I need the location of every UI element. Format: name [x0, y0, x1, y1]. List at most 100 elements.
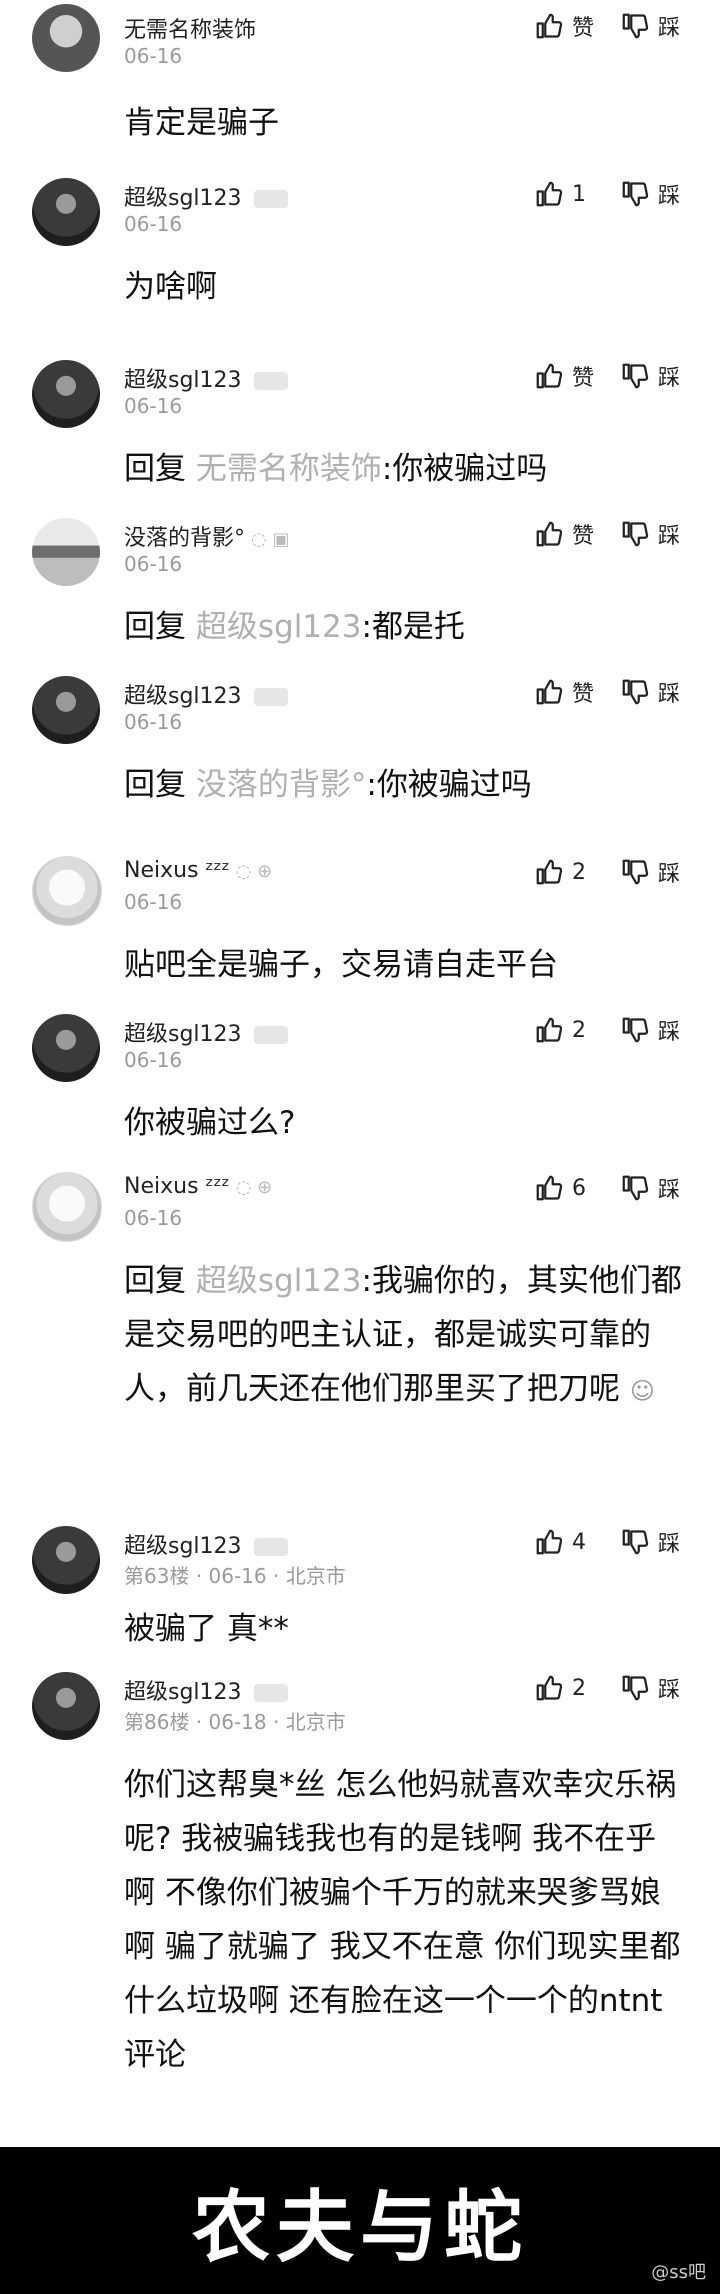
username[interactable]: 超级sgl123	[124, 1016, 288, 1048]
avatar[interactable]	[32, 4, 100, 72]
thumbs-up-icon	[536, 679, 563, 705]
gamepad-icon: ◌ ⊕	[235, 1177, 273, 1198]
comment-body: 你被骗过么?	[124, 1105, 296, 1141]
thumbs-up-icon	[536, 1017, 563, 1043]
username[interactable]: 无需名称装饰	[124, 12, 256, 44]
level-badge	[253, 1684, 288, 1702]
like-button[interactable]: 赞	[534, 518, 606, 550]
comment-body: 被骗了 真**	[124, 1611, 289, 1647]
like-button[interactable]: 2	[534, 857, 606, 887]
like-button[interactable]: 赞	[534, 360, 606, 392]
username[interactable]: Neixus ᶻᶻᶻ ◌ ⊕	[124, 858, 272, 883]
username[interactable]: 超级sgl123	[124, 362, 288, 394]
comment-date: 06-16	[124, 44, 183, 68]
comment-text: 你们这帮臭*丝 怎么他妈就喜欢幸灾乐祸呢? 我被骗钱我也有的是钱啊 我不在乎啊 …	[124, 1758, 684, 2082]
comment-feed: 无需名称装饰 06-16 赞 踩 肯定是骗子 超级sgl123 06-16 1 …	[0, 0, 720, 2147]
thumbs-down-icon	[622, 1017, 649, 1043]
like-button[interactable]: 2	[534, 1673, 606, 1703]
comment-floor-date-location: 第86楼 · 06-18 · 北京市	[124, 1710, 346, 1734]
thumbs-up-icon	[536, 1675, 563, 1701]
dislike-button[interactable]: 踩	[620, 178, 680, 210]
like-button[interactable]: 2	[534, 1015, 606, 1045]
like-button[interactable]: 赞	[534, 676, 606, 708]
username-text: 没落的背影°	[124, 526, 246, 551]
like-count: 2	[571, 1017, 586, 1043]
level-badge	[253, 372, 288, 390]
comment-text: 肯定是骗子	[124, 96, 684, 150]
username-text: Neixus ᶻᶻᶻ	[124, 858, 230, 883]
reply-separator: :	[366, 767, 377, 803]
comment-body: 你被骗过吗	[392, 451, 548, 487]
dislike-label: 踩	[657, 524, 680, 549]
comment-text: 为啥啊	[124, 260, 684, 314]
reply-label: 回复	[124, 451, 186, 487]
dislike-label: 踩	[657, 1678, 680, 1703]
thumbs-up-icon	[536, 13, 563, 39]
comment-text: 被骗了 真**	[124, 1602, 684, 1656]
level-badge	[253, 1538, 288, 1556]
avatar[interactable]	[32, 518, 100, 586]
dislike-button[interactable]: 踩	[620, 1672, 680, 1704]
like-count: 1	[571, 181, 586, 207]
comment-body: 你们这帮臭*丝 怎么他妈就喜欢幸灾乐祸呢? 我被骗钱我也有的是钱啊 我不在乎啊 …	[124, 1767, 681, 2073]
dislike-button[interactable]: 踩	[620, 360, 680, 392]
comment-text: 回复 无需名称装饰:你被骗过吗	[124, 442, 684, 496]
dislike-button[interactable]: 踩	[620, 1526, 680, 1558]
like-count: 赞	[571, 366, 594, 391]
comment-text: 回复 没落的背影°:你被骗过吗	[124, 758, 684, 812]
like-button[interactable]: 6	[534, 1173, 606, 1203]
reply-separator: :	[361, 609, 372, 645]
reply-target[interactable]: 没落的背影°	[196, 767, 367, 803]
like-button[interactable]: 1	[534, 179, 606, 209]
dislike-button[interactable]: 踩	[620, 10, 680, 42]
avatar[interactable]	[32, 1672, 100, 1740]
caption-bar: 农夫与蛇 @ss吧	[0, 2147, 720, 2294]
comment-date: 06-16	[124, 890, 183, 914]
like-count: 6	[571, 1175, 586, 1201]
like-button[interactable]: 4	[534, 1527, 606, 1557]
avatar[interactable]	[32, 1526, 100, 1594]
comment-body: 肯定是骗子	[124, 105, 279, 141]
thumbs-down-icon	[622, 679, 649, 705]
like-button[interactable]: 赞	[534, 10, 606, 42]
comment-date: 06-16	[124, 212, 183, 236]
avatar[interactable]	[32, 1172, 102, 1242]
username[interactable]: 超级sgl123	[124, 678, 288, 710]
dislike-button[interactable]: 踩	[620, 856, 680, 888]
reply-target[interactable]: 超级sgl123	[196, 1263, 362, 1299]
caption-title: 农夫与蛇	[191, 2182, 528, 2273]
avatar[interactable]	[32, 856, 102, 926]
comment-body: 你被骗过吗	[376, 767, 532, 803]
comment-date: 06-16	[124, 1048, 183, 1072]
username-text: 超级sgl123	[124, 1534, 242, 1559]
dislike-button[interactable]: 踩	[620, 676, 680, 708]
comment-actions: 赞 踩	[534, 676, 680, 708]
username-text: 超级sgl123	[124, 1680, 242, 1705]
username-text: 超级sgl123	[124, 684, 242, 709]
thumbs-up-icon	[536, 859, 563, 885]
dislike-button[interactable]: 踩	[620, 518, 680, 550]
reply-separator: :	[361, 1263, 372, 1299]
username[interactable]: Neixus ᶻᶻᶻ ◌ ⊕	[124, 1174, 272, 1199]
avatar[interactable]	[32, 676, 100, 744]
thumbs-up-icon	[536, 521, 563, 547]
username[interactable]: 超级sgl123	[124, 180, 288, 212]
thumbs-down-icon	[622, 13, 649, 39]
thumbs-up-icon	[536, 181, 563, 207]
avatar[interactable]	[32, 178, 100, 246]
username[interactable]: 超级sgl123	[124, 1528, 288, 1560]
dislike-button[interactable]: 踩	[620, 1172, 680, 1204]
username[interactable]: 没落的背影° ◌ ▣	[124, 520, 289, 552]
comment-floor-date-location: 第63楼 · 06-16 · 北京市	[124, 1564, 346, 1588]
username[interactable]: 超级sgl123	[124, 1674, 288, 1706]
comment-text: 回复 超级sgl123:都是托	[124, 600, 684, 654]
avatar[interactable]	[32, 1014, 100, 1082]
like-count: 2	[571, 1675, 586, 1701]
reply-separator: :	[381, 451, 393, 487]
reply-target[interactable]: 无需名称装饰	[196, 451, 382, 487]
avatar[interactable]	[32, 360, 100, 428]
comment-date: 06-16	[124, 710, 183, 734]
username-text: 超级sgl123	[124, 368, 242, 393]
dislike-button[interactable]: 踩	[620, 1014, 680, 1046]
reply-target[interactable]: 超级sgl123	[196, 609, 362, 645]
